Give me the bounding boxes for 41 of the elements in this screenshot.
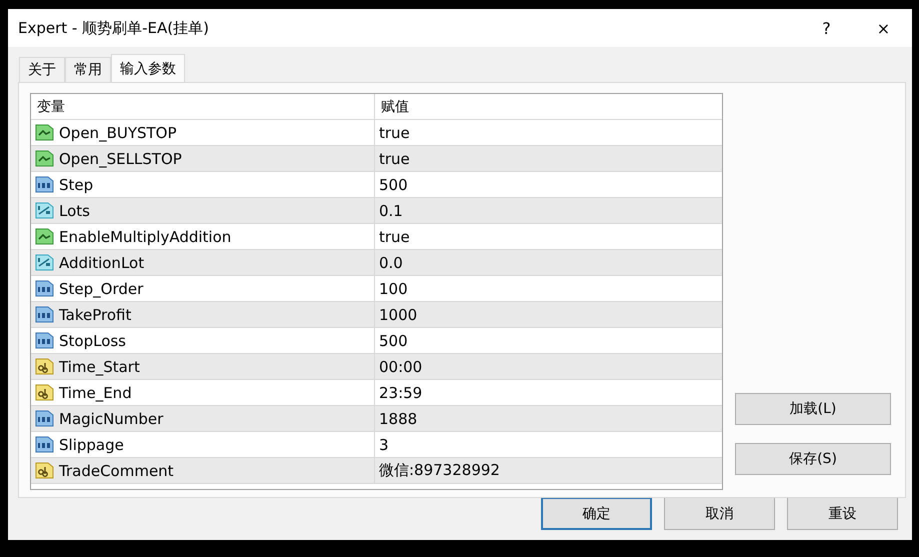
parameter-value[interactable]: 1000 xyxy=(375,302,722,327)
load-button[interactable]: 加载(L) xyxy=(735,393,891,425)
close-button[interactable]: × xyxy=(855,9,912,47)
window-title: Expert - 顺势刷单-EA(挂单) xyxy=(18,18,210,38)
parameter-name: Step xyxy=(59,176,94,194)
parameter-value[interactable]: 3 xyxy=(375,432,722,457)
column-header[interactable]: 赋值 xyxy=(375,94,722,119)
parameter-value[interactable]: 500 xyxy=(375,328,722,353)
parameter-name: Open_BUYSTOP xyxy=(59,124,177,142)
parameter-name: Open_SELLSTOP xyxy=(59,150,182,168)
parameter-name: TakeProfit xyxy=(59,306,132,324)
parameter-value[interactable]: 1888 xyxy=(375,406,722,431)
parameter-name: Time_End xyxy=(59,384,132,402)
reset-button[interactable]: 重设 xyxy=(787,497,898,530)
parameter-value[interactable]: 微信:897328992 xyxy=(375,458,722,483)
parameter-name: Time_Start xyxy=(59,358,140,376)
parameter-name: StopLoss xyxy=(59,332,126,350)
parameter-value[interactable]: 0.0 xyxy=(375,250,722,275)
parameter-value[interactable]: true xyxy=(375,146,722,171)
tab[interactable]: 关于 xyxy=(19,57,65,82)
parameter-name: Step_Order xyxy=(59,280,144,298)
parameter-name: TradeComment xyxy=(59,462,174,480)
tab[interactable]: 输入参数 xyxy=(111,54,185,83)
parameter-name: Slippage xyxy=(59,436,124,454)
parameter-value[interactable]: 0.1 xyxy=(375,198,722,223)
ok-button[interactable]: 确定 xyxy=(541,497,652,530)
save-button[interactable]: 保存(S) xyxy=(735,443,891,475)
help-button[interactable]: ? xyxy=(798,9,855,47)
tab[interactable]: 常用 xyxy=(65,57,111,82)
parameter-value[interactable]: 100 xyxy=(375,276,722,301)
parameter-value[interactable]: true xyxy=(375,120,722,145)
parameter-value[interactable]: 500 xyxy=(375,172,722,197)
parameter-value[interactable]: 23:59 xyxy=(375,380,722,405)
parameter-value[interactable]: 00:00 xyxy=(375,354,722,379)
parameter-name: MagicNumber xyxy=(59,410,164,428)
parameter-value[interactable]: true xyxy=(375,224,722,249)
parameter-name: EnableMultiplyAddition xyxy=(59,228,232,246)
cancel-button[interactable]: 取消 xyxy=(664,497,775,530)
column-header[interactable]: 变量 xyxy=(31,94,375,119)
parameter-name: AdditionLot xyxy=(59,254,144,272)
parameter-name: Lots xyxy=(59,202,90,220)
